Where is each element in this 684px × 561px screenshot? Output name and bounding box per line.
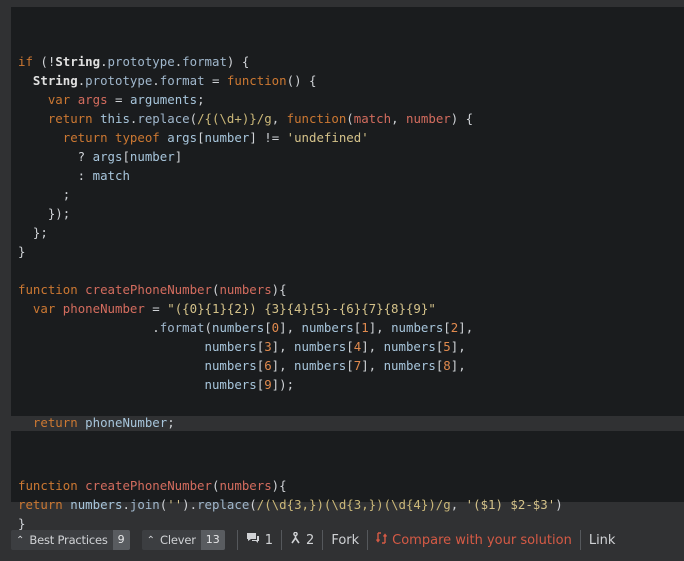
code-line: return phoneNumber; bbox=[32, 415, 175, 430]
code-line: .format(numbers[0], numbers[1], numbers[… bbox=[18, 320, 474, 335]
chevron-up-icon: ⌃ bbox=[146, 534, 156, 546]
code-line: function createPhoneNumber(numbers){ bbox=[18, 478, 287, 493]
fork-label: Fork bbox=[331, 532, 360, 548]
chevron-up-icon: ⌃ bbox=[16, 534, 25, 546]
code-line: return this.replace(/{(\d+)}/g, function… bbox=[47, 111, 474, 126]
code-line: String.prototype.format = function() { bbox=[32, 73, 317, 88]
code-line: numbers[9]); bbox=[204, 377, 295, 392]
comments-count: 1 bbox=[264, 532, 274, 548]
code-line: }); bbox=[18, 206, 71, 221]
compare-label: Compare with your solution bbox=[392, 532, 572, 548]
code-line: }; bbox=[18, 225, 48, 240]
code-line: numbers[6], numbers[7], numbers[8], bbox=[204, 358, 466, 373]
forks-count: 2 bbox=[306, 532, 315, 548]
solutions-view: if (!String.prototype.format) { String.p… bbox=[0, 0, 684, 561]
best-practices-count: 9 bbox=[112, 530, 130, 550]
forks-link[interactable]: 2 bbox=[281, 530, 322, 550]
code-line: if (!String.prototype.format) { bbox=[18, 54, 250, 69]
code-line: numbers[3], numbers[4], numbers[5], bbox=[204, 339, 466, 354]
solution-actions-bar: ⌃ Best Practices 9 ⌃ Clever 13 1 2 Fork bbox=[11, 528, 623, 552]
link-label: Link bbox=[588, 532, 616, 548]
comments-link[interactable]: 1 bbox=[236, 530, 281, 550]
code-lines: if (!String.prototype.format) { String.p… bbox=[18, 52, 684, 451]
code-lines: function createPhoneNumber(numbers){ retu… bbox=[18, 476, 684, 533]
solution-code-block-2: function createPhoneNumber(numbers){ retu… bbox=[11, 431, 684, 531]
code-line: var args = arguments; bbox=[47, 92, 205, 107]
best-practices-label: Best Practices bbox=[29, 533, 108, 547]
clever-label: Clever bbox=[160, 533, 196, 547]
clever-count: 13 bbox=[200, 530, 225, 550]
clever-vote-button[interactable]: ⌃ Clever 13 bbox=[141, 530, 225, 550]
fork-button[interactable]: Fork bbox=[322, 530, 367, 550]
code-line: function createPhoneNumber(numbers){ bbox=[18, 282, 287, 297]
compare-icon bbox=[376, 532, 388, 548]
compare-with-solution-link[interactable]: Compare with your solution bbox=[367, 530, 580, 550]
code-line: ; bbox=[18, 187, 71, 202]
code-line: : match bbox=[18, 168, 130, 183]
code-line: ? args[number] bbox=[18, 149, 183, 164]
code-line: return numbers.join('').replace(/(\d{3,}… bbox=[18, 497, 563, 512]
code-line: return typeof args[number] != 'undefined… bbox=[62, 130, 369, 145]
best-practices-vote-button[interactable]: ⌃ Best Practices 9 bbox=[11, 530, 130, 550]
fork-icon bbox=[290, 531, 301, 549]
code-line: var phoneNumber = "({0}{1}{2}) {3}{4}{5}… bbox=[32, 301, 436, 316]
code-line: } bbox=[18, 244, 26, 259]
permalink[interactable]: Link bbox=[579, 530, 624, 550]
comments-icon bbox=[246, 532, 260, 548]
solution-code-block-1: if (!String.prototype.format) { String.p… bbox=[11, 7, 684, 449]
